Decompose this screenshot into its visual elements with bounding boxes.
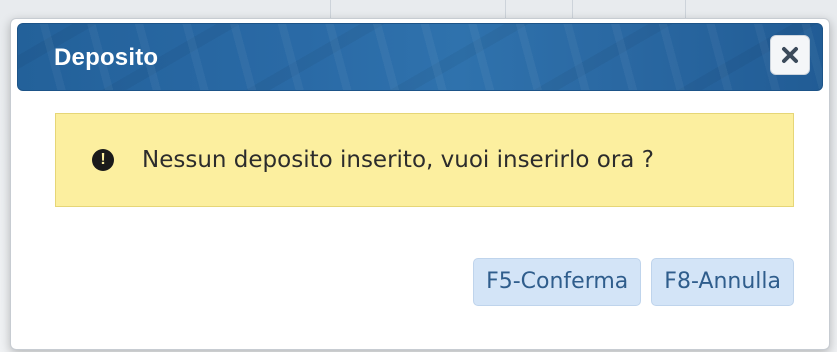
confirm-button[interactable]: F5-Conferma — [473, 258, 642, 306]
cancel-button[interactable]: F8-Annulla — [651, 258, 794, 306]
background-divider — [572, 0, 573, 18]
background-divider — [685, 0, 686, 18]
close-button[interactable] — [770, 35, 810, 75]
close-icon — [782, 47, 798, 63]
warning-alert: ! Nessun deposito inserito, vuoi inserir… — [55, 113, 794, 207]
alert-message: Nessun deposito inserito, vuoi inserirlo… — [142, 147, 654, 173]
dialog-actions: F5-Conferma F8-Annulla — [473, 258, 794, 306]
dialog-title: Deposito — [54, 44, 159, 71]
background-divider — [330, 0, 331, 18]
dialog-titlebar[interactable]: Deposito — [17, 23, 823, 91]
deposito-dialog: Deposito ! Nessun deposito inserito, vuo… — [10, 18, 830, 350]
exclamation-circle-icon: ! — [92, 149, 114, 171]
background-divider — [505, 0, 506, 18]
